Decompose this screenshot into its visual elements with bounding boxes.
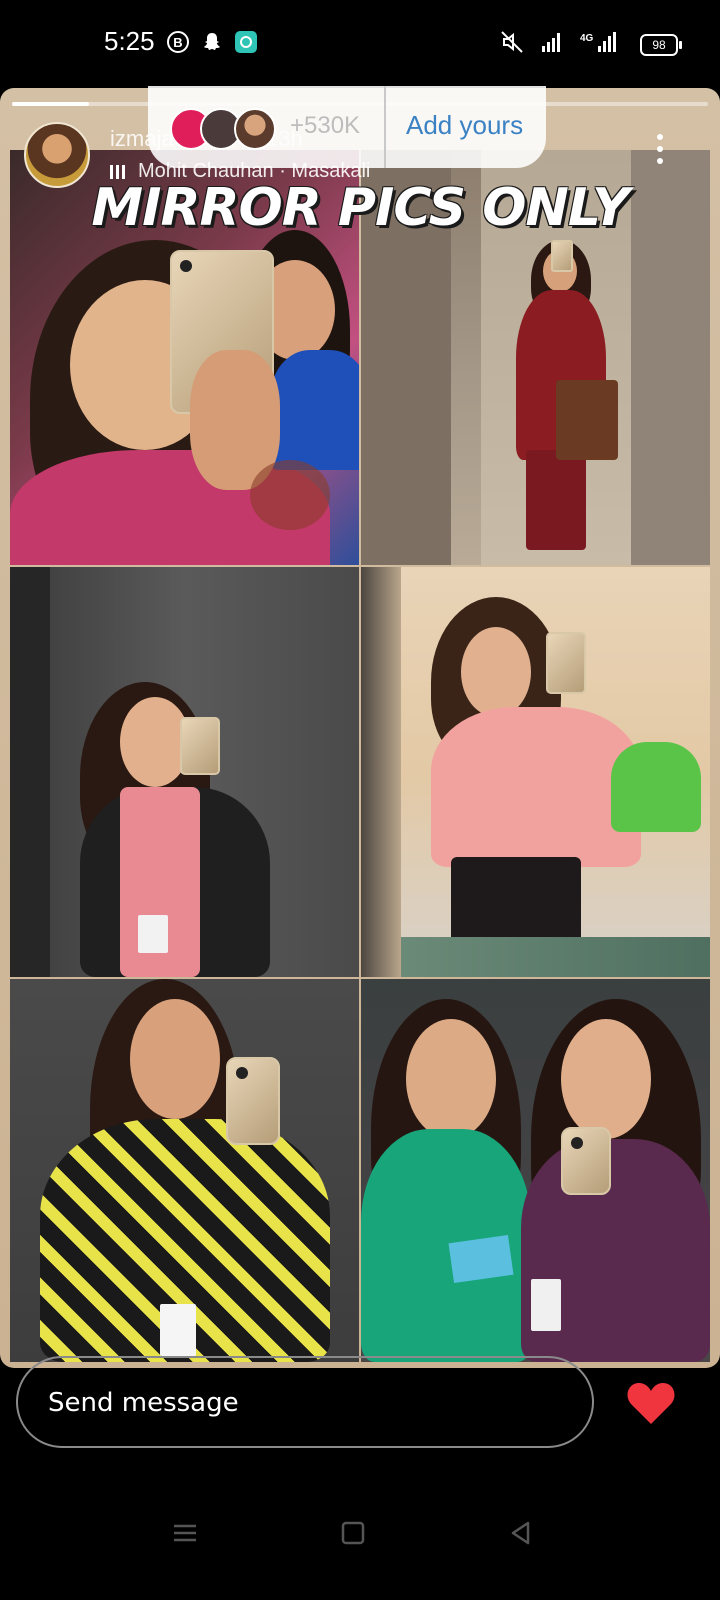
svg-text:B: B [173,35,182,50]
photo-6 [361,979,710,1362]
mute-icon [501,31,523,53]
app-icon [235,31,257,53]
photo-4 [361,567,710,977]
add-yours-count: +530K [290,112,361,139]
system-nav-bar [0,1490,720,1560]
home-nav-icon[interactable] [340,1520,366,1546]
b-icon: B [167,31,189,53]
battery-icon: 98 [640,34,682,56]
signal-4g-icon: 4G [580,32,616,52]
music-icon [110,164,128,179]
photo-collage [10,150,710,1362]
clock: 5:25 [104,26,155,56]
status-bar: 5:25 B 4G 98 [0,0,720,88]
svg-text:4G: 4G [580,33,594,44]
add-yours-button[interactable]: Add yours [406,110,523,141]
send-message-placeholder: Send message [48,1388,239,1418]
snapchat-icon [204,33,220,50]
more-icon[interactable] [656,134,664,166]
photo-3 [10,567,359,977]
send-message-input[interactable]: Send message [16,1356,594,1448]
add-yours-divider [384,86,386,168]
story-card[interactable]: MIRROR PICS ONLY izmajawaid 13h Mohit Ch… [0,88,720,1368]
signal-icon [542,33,560,52]
story-progress-fill [12,102,89,106]
photo-5 [10,979,359,1362]
add-yours-sticker[interactable]: +530K Add yours [148,86,546,168]
heart-icon[interactable] [626,1380,676,1426]
back-nav-icon[interactable] [508,1520,534,1546]
avatar[interactable] [24,122,90,188]
participant-avatar [234,108,276,150]
menu-nav-icon[interactable] [172,1520,198,1546]
story-title: MIRROR PICS ONLY [91,178,629,238]
